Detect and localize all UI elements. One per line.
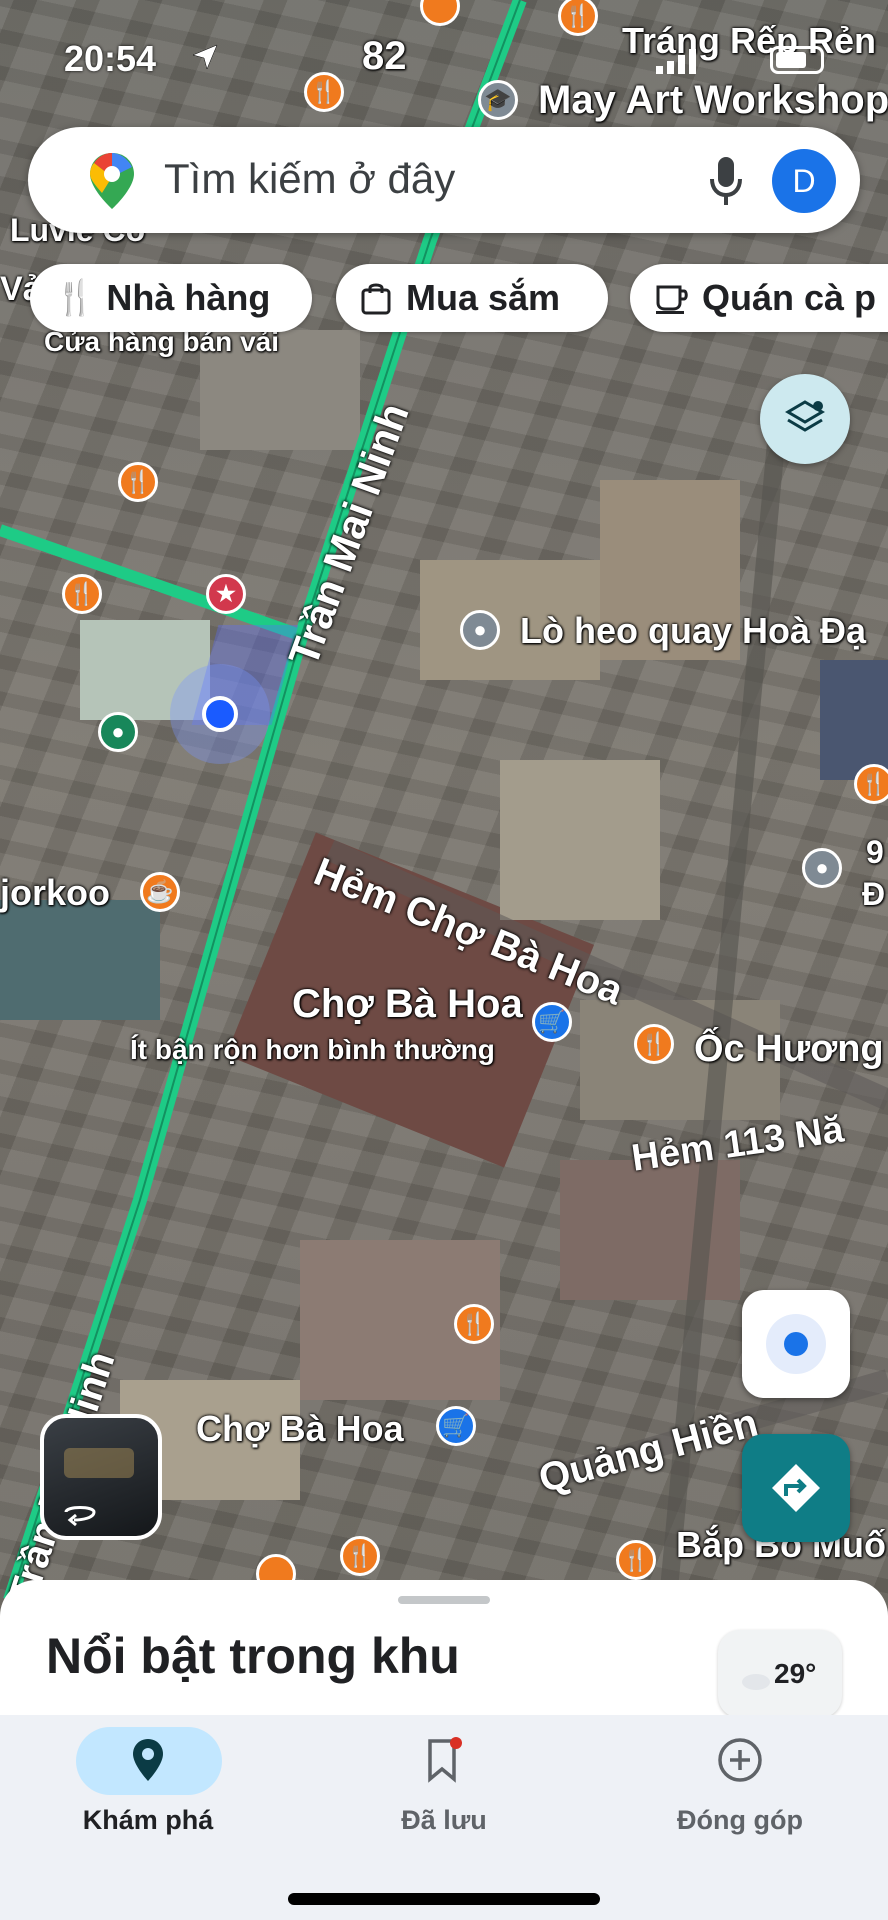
current-location-dot — [202, 696, 238, 732]
park-pin[interactable]: ● — [98, 712, 138, 752]
chip-shopping[interactable]: Mua sắm — [336, 264, 608, 332]
fork-knife-icon: 🍴 — [54, 279, 97, 317]
layers-button[interactable] — [760, 374, 850, 464]
avatar[interactable]: D — [772, 149, 836, 213]
chip-label: Quán cà p — [702, 277, 877, 318]
google-maps-logo-icon — [90, 153, 134, 209]
place-pin[interactable]: ● — [802, 848, 842, 888]
bottom-navigation: Khám phá Đã lưu Đóng góp — [0, 1715, 888, 1920]
my-location-button[interactable] — [742, 1290, 850, 1398]
chip-label: Nhà hàng — [106, 277, 271, 318]
market-pin[interactable]: 🛒 — [436, 1406, 476, 1446]
nav-label: Đóng góp — [677, 1805, 803, 1835]
search-placeholder[interactable]: Tìm kiếm ở đây — [164, 155, 455, 203]
search-bar[interactable]: Tìm kiếm ở đây D — [28, 127, 860, 233]
weather-temp: 29° — [774, 1658, 817, 1689]
nav-label: Khám phá — [82, 1805, 214, 1835]
directions-icon — [772, 1464, 820, 1512]
shopping-bag-icon — [361, 283, 391, 315]
status-bar: 20:54 — [0, 0, 888, 110]
clothing-store-pin[interactable]: ★ — [206, 574, 246, 614]
place-label[interactable]: Chợ Bà Hoa — [292, 982, 523, 1027]
restaurant-pin[interactable]: 🍴 — [634, 1024, 674, 1064]
microphone-icon[interactable] — [708, 155, 744, 207]
restaurant-pin[interactable]: 🍴 — [340, 1536, 380, 1576]
place-pin[interactable]: ● — [460, 610, 500, 650]
place-label[interactable]: Chợ Bà Hoa — [196, 1408, 404, 1450]
avatar-letter: D — [792, 162, 816, 199]
place-label[interactable]: jorkoo — [0, 872, 110, 914]
chip-label: Mua sắm — [406, 277, 561, 318]
weather-cloudy-icon — [740, 1660, 770, 1690]
sheet-handle[interactable] — [398, 1596, 490, 1604]
rotate-360-icon — [64, 1506, 96, 1527]
place-label[interactable]: Lò heo quay Hoà Đạ — [520, 610, 866, 652]
market-pin[interactable]: 🛒 — [532, 1002, 572, 1042]
add-circle-icon — [718, 1738, 762, 1782]
place-label[interactable]: Đ — [862, 876, 885, 913]
directions-button[interactable] — [742, 1434, 850, 1542]
my-location-icon — [784, 1332, 808, 1356]
weather-chip[interactable]: 29° — [718, 1630, 842, 1718]
restaurant-pin[interactable]: 🍴 — [616, 1540, 656, 1580]
signal-icon — [656, 48, 700, 74]
restaurant-pin[interactable]: 🍴 — [62, 574, 102, 614]
place-label[interactable]: 9 — [866, 834, 884, 871]
battery-icon — [770, 46, 824, 74]
restaurant-pin[interactable]: 🍴 — [118, 462, 158, 502]
place-label[interactable]: Ốc Hương — [694, 1028, 884, 1071]
chip-restaurants[interactable]: 🍴 Nhà hàng — [30, 264, 312, 332]
nav-label: Đã lưu — [401, 1805, 487, 1835]
layers-icon — [785, 400, 825, 432]
busy-status: Ít bận rộn hơn bình thường — [130, 1034, 495, 1065]
explore-pin-icon — [133, 1739, 163, 1781]
location-arrow-icon — [192, 44, 218, 70]
status-time: 20:54 — [64, 38, 157, 79]
bookmark-icon — [428, 1737, 462, 1783]
home-indicator — [288, 1893, 600, 1905]
restaurant-pin[interactable]: 🍴 — [454, 1304, 494, 1344]
cafe-pin[interactable]: ☕ — [140, 872, 180, 912]
restaurant-pin[interactable]: 🍴 — [854, 764, 888, 804]
street-view-thumbnail[interactable] — [40, 1414, 162, 1540]
coffee-cup-icon — [656, 285, 688, 314]
route-line-west — [0, 524, 302, 641]
chip-coffee[interactable]: Quán cà p — [630, 264, 888, 332]
